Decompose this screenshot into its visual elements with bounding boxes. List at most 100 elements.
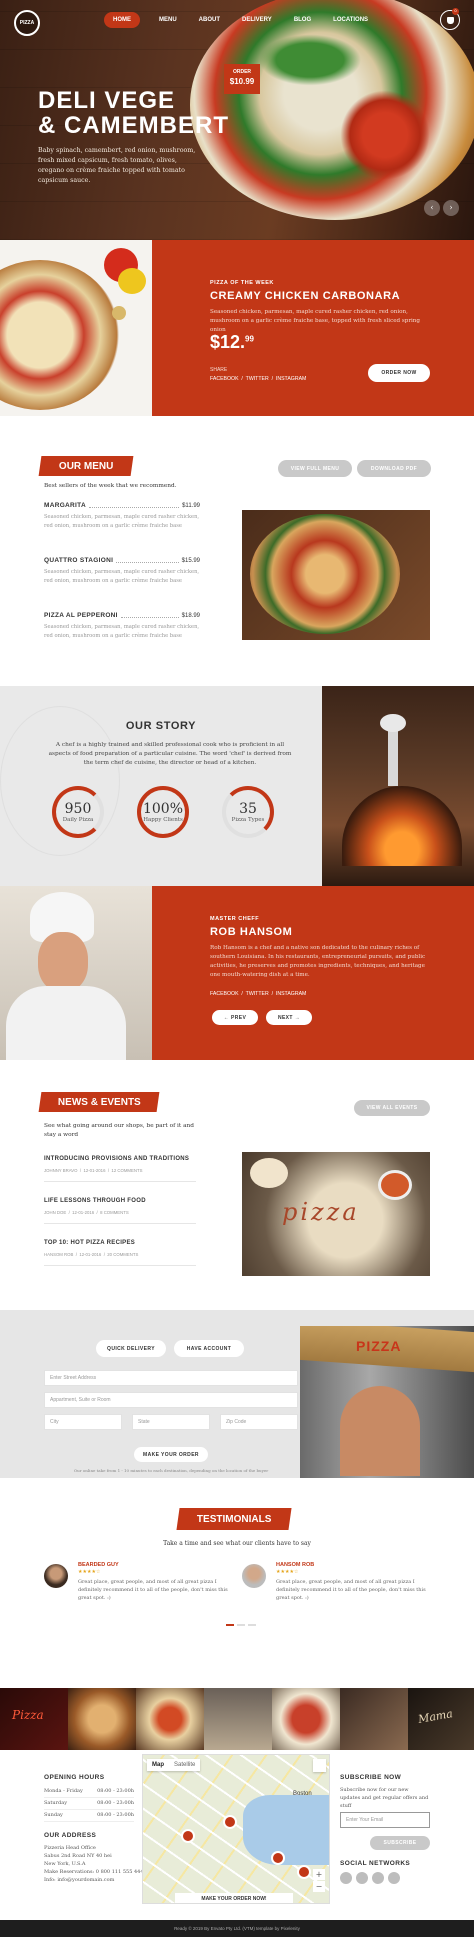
- city-input[interactable]: City: [44, 1414, 122, 1430]
- gallery-image[interactable]: [136, 1688, 204, 1750]
- testimonials-title-ribbon: TESTIMONIALS: [176, 1508, 292, 1530]
- copyright-bar: Ready © 2019 By Envato Pty Ltd. (VTM) te…: [0, 1920, 474, 1937]
- gallery-image[interactable]: [272, 1688, 340, 1750]
- news-title-ribbon: NEWS & EVENTS: [38, 1092, 160, 1112]
- menu-subtitle: Best sellers of the week that we recomme…: [44, 483, 177, 489]
- share-links[interactable]: FACEBOOK / TWITTER / INSTAGRAM: [210, 376, 306, 382]
- address-line: New York, U.S.A: [44, 1861, 86, 1867]
- map-marker-icon[interactable]: [181, 1829, 195, 1843]
- street-address-input[interactable]: Enter Street Address: [44, 1370, 298, 1386]
- rating-stars: ★★★★☆: [78, 1569, 101, 1575]
- gallery-image[interactable]: [340, 1688, 408, 1750]
- gallery-image[interactable]: [204, 1688, 272, 1750]
- avatar: [242, 1564, 266, 1588]
- nav-about[interactable]: ABOUT: [188, 12, 231, 28]
- avatar: [44, 1564, 68, 1588]
- subscribe-button[interactable]: SUBSCRIBE: [370, 1836, 430, 1850]
- facebook-icon[interactable]: [340, 1872, 352, 1884]
- youtube-icon[interactable]: [372, 1872, 384, 1884]
- nav-home[interactable]: HOME: [104, 12, 140, 28]
- chef-name: ROB HANSOM: [210, 926, 293, 938]
- chef-social-links[interactable]: FACEBOOK / TWITTER / INSTAGRAM: [210, 991, 306, 997]
- chef-next-button[interactable]: NEXT →: [266, 1010, 312, 1025]
- state-input[interactable]: State: [132, 1414, 210, 1430]
- logo[interactable]: PIZZA: [14, 10, 40, 36]
- hero-title-line1: DELI VEGE: [38, 87, 176, 114]
- gallery-image[interactable]: [68, 1688, 136, 1750]
- story-section: OUR STORY A chef is a highly trained and…: [0, 686, 474, 886]
- cart-icon: [446, 16, 454, 24]
- map-marker-icon[interactable]: [223, 1815, 237, 1829]
- delivery-note: Our online take from 1 - 10 minutes to e…: [73, 1468, 269, 1473]
- news-item-meta: HANSOM ROB / 12-01-2016 / 20 COMMENTS: [44, 1252, 139, 1257]
- menu-item-desc: Seasoned chicken, parmesan, maple cured …: [44, 569, 200, 584]
- gallery-strip: Pizza Mama: [0, 1688, 474, 1750]
- news-image-text: pizza: [282, 1198, 360, 1226]
- map-tab-satellite[interactable]: Satellite: [169, 1759, 200, 1771]
- have-account-button[interactable]: HAVE ACCOUNT: [174, 1340, 244, 1357]
- news-title: NEWS & EVENTS: [57, 1096, 141, 1108]
- week-kicker: PIZZA OF THE WEEK: [210, 280, 274, 286]
- apartment-input[interactable]: Appartment, Suite or Room: [44, 1392, 298, 1408]
- menu-item-price: $15.99: [181, 557, 200, 564]
- news-item[interactable]: TOP 10: HOT PIZZA RECIPES HANSOM ROB / 1…: [44, 1240, 196, 1266]
- menu-item[interactable]: QUATTRO STAGIONI $15.99 Seasoned chicken,…: [44, 557, 200, 586]
- nav-menu[interactable]: MENU: [148, 12, 188, 28]
- map-order-button[interactable]: MAKE YOUR ORDER NOW!: [175, 1893, 293, 1903]
- address-line[interactable]: Info: info@yourdomain.com: [44, 1876, 144, 1884]
- nav-locations[interactable]: LOCATIONS: [322, 12, 379, 28]
- testimonial-text: Great place, great people, and most of a…: [78, 1579, 228, 1601]
- zoom-in-button[interactable]: +: [313, 1869, 325, 1880]
- chef-bio: Rob Hansom is a chef and a native son de…: [210, 945, 426, 978]
- map-marker-icon[interactable]: [297, 1865, 311, 1879]
- menu-item-price: $11.99: [182, 502, 200, 509]
- map-tab-map[interactable]: Map: [147, 1759, 169, 1771]
- view-all-events-button[interactable]: VIEW ALL EVENTS: [354, 1100, 430, 1116]
- map-marker-icon[interactable]: [271, 1851, 285, 1865]
- carousel-dot[interactable]: [226, 1624, 234, 1626]
- pizza-box-text: PIZZA: [356, 1338, 402, 1354]
- twitter-icon[interactable]: [356, 1872, 368, 1884]
- share-label: SHARE: [210, 367, 228, 373]
- order-now-button[interactable]: ORDER NOW: [368, 364, 430, 382]
- quick-delivery-button[interactable]: QUICK DELIVERY: [96, 1340, 166, 1357]
- hours-time: 08:00 - 23:00h: [97, 1800, 134, 1806]
- hero-price-tag: ORDER $10.99: [224, 64, 260, 94]
- stat-label: Daily Pizza: [62, 817, 94, 823]
- news-subtitle: See what going around our shops, be part…: [44, 1123, 194, 1138]
- view-full-menu-button[interactable]: VIEW FULL MENU: [278, 460, 352, 477]
- pizza-of-week-section: PIZZA OF THE WEEK CREAMY CHICKEN CARBONA…: [0, 240, 474, 416]
- stat-pizza-types: 35 Pizza Types: [222, 786, 274, 838]
- stat-daily-pizza: 950 Daily Pizza: [52, 786, 104, 838]
- chef-prev-button[interactable]: ← PREV: [212, 1010, 258, 1025]
- instagram-icon[interactable]: [388, 1872, 400, 1884]
- cart-count: 0: [452, 8, 459, 15]
- zoom-out-button[interactable]: −: [313, 1881, 325, 1892]
- gallery-sign-text: Mama: [417, 1707, 454, 1726]
- stat-value: 35: [239, 801, 257, 817]
- nav-delivery[interactable]: DELIVERY: [231, 12, 283, 28]
- make-order-button[interactable]: MAKE YOUR ORDER: [134, 1447, 208, 1462]
- address-title: OUR ADDRESS: [44, 1832, 97, 1839]
- news-item[interactable]: LIFE LESSONS THROUGH FOOD JOHN DOE / 12-…: [44, 1198, 196, 1224]
- news-item[interactable]: INTRODUCING PROVISIONS AND TRADITIONS JO…: [44, 1156, 196, 1182]
- download-pdf-button[interactable]: DOWNLOAD PDF: [357, 460, 431, 477]
- gallery-image[interactable]: Pizza: [0, 1688, 68, 1750]
- slider-prev-button[interactable]: ‹: [424, 200, 440, 216]
- chef-kicker: MASTER CHEFF: [210, 916, 260, 922]
- map-tabs: Map Satellite: [147, 1759, 201, 1771]
- fullscreen-icon[interactable]: [313, 1759, 326, 1772]
- location-map[interactable]: Map Satellite Boston + − MAKE YOUR ORDER…: [142, 1754, 330, 1904]
- carousel-dot[interactable]: [237, 1624, 245, 1626]
- slider-next-button[interactable]: ›: [443, 200, 459, 216]
- carousel-dot[interactable]: [248, 1624, 256, 1626]
- gallery-image[interactable]: Mama: [408, 1688, 474, 1750]
- menu-item[interactable]: MARGARITA $11.99 Seasoned chicken, parmes…: [44, 502, 200, 531]
- zip-code-input[interactable]: Zip Code: [220, 1414, 298, 1430]
- nav-blog[interactable]: BLOG: [283, 12, 322, 28]
- story-text: A chef is a highly trained and skilled p…: [48, 742, 292, 766]
- news-flour-image: pizza: [242, 1152, 430, 1276]
- main-nav: HOME MENU ABOUT DELIVERY BLOG LOCATIONS: [104, 12, 379, 28]
- menu-item[interactable]: PIZZA AL PEPPERONI $18.99 Seasoned chicke…: [44, 612, 200, 641]
- email-input[interactable]: Enter Your Email: [340, 1812, 430, 1828]
